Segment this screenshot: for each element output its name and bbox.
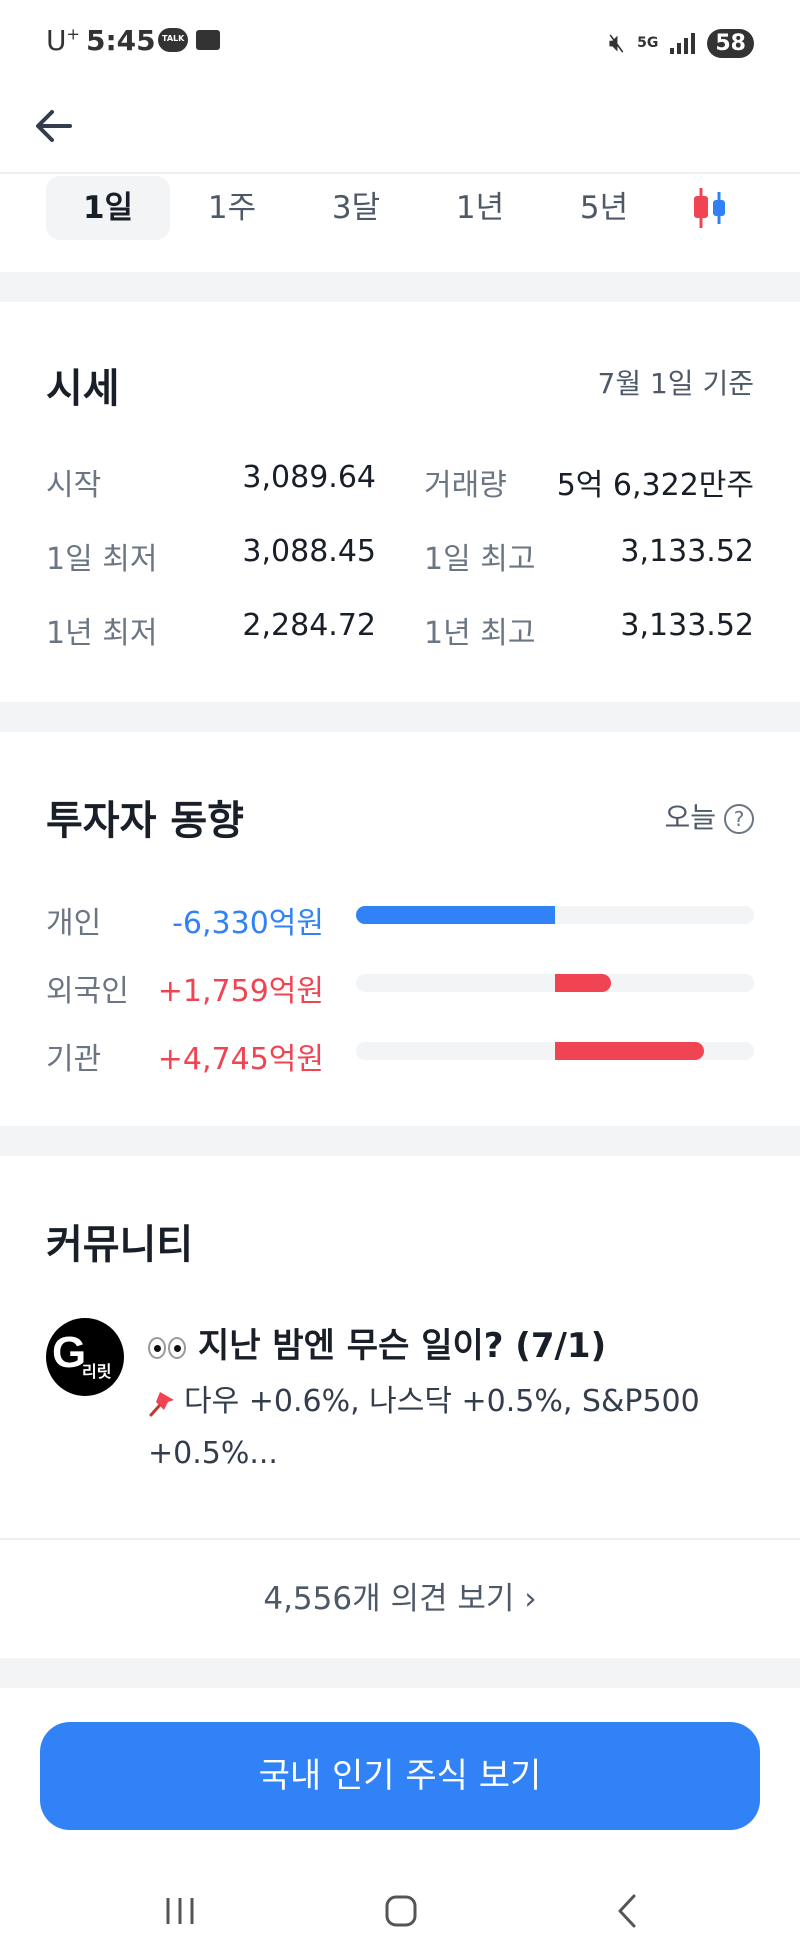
notes-notification-icon — [196, 30, 220, 50]
popular-stocks-button[interactable]: 국내 인기 주식 보기 — [40, 1722, 760, 1830]
investors-period-label: 오늘 — [664, 801, 716, 834]
quote-label-day-low: 1일 최저 — [46, 542, 158, 577]
quote-label-year-low: 1년 최저 — [46, 616, 158, 651]
quote-label-volume: 거래량 — [424, 468, 507, 503]
help-icon[interactable]: ? — [724, 804, 754, 834]
investor-bar-fill-individual — [356, 906, 555, 924]
quote-value-volume: 5억 6,322만주 — [556, 468, 754, 503]
signal-icon — [670, 32, 696, 54]
tab-3-months[interactable]: 3달 — [294, 176, 418, 240]
tab-1-day[interactable]: 1일 — [46, 176, 170, 240]
investor-value-institution: +4,745억원 — [157, 1042, 324, 1077]
post-preview[interactable]: 다우 +0.6%, 나스닥 +0.5%, S&P500 +0.5%... — [148, 1376, 748, 1480]
period-tabs: 1일 1주 3달 1년 5년 — [46, 176, 666, 240]
section-divider — [0, 1658, 800, 1688]
system-nav-bar — [0, 1870, 800, 1956]
quote-section-title: 시세 — [46, 366, 120, 412]
network-type: 5G — [637, 35, 659, 51]
investor-label-institution: 기관 — [46, 1042, 102, 1077]
post-title[interactable]: 지난 밤엔 무슨 일이? (7/1) — [148, 1318, 606, 1368]
nav-back-icon[interactable] — [598, 1888, 658, 1934]
top-bar — [0, 84, 800, 174]
quote-value-year-high: 3,133.52 — [620, 608, 754, 643]
quote-value-day-high: 3,133.52 — [620, 534, 754, 569]
tab-1-week[interactable]: 1주 — [170, 176, 294, 240]
carrier-label: U+ — [46, 24, 80, 57]
investor-label-individual: 개인 — [46, 906, 102, 941]
mute-icon: 🔇︎ — [608, 27, 626, 58]
pin-icon — [149, 1391, 174, 1416]
view-opinions-link[interactable]: 4,556개 의견 보기 › — [0, 1540, 800, 1658]
home-icon[interactable] — [370, 1888, 430, 1934]
investor-value-foreign: +1,759억원 — [157, 974, 324, 1009]
system-indicators: 🔇︎ 5G 58 — [609, 26, 754, 60]
investor-value-individual: -6,330억원 — [172, 906, 324, 941]
tab-5-years[interactable]: 5년 — [542, 176, 666, 240]
kakaotalk-notification-icon: TALK — [158, 28, 188, 52]
back-arrow-icon[interactable] — [30, 100, 82, 152]
investors-period[interactable]: 오늘? — [664, 796, 754, 836]
investor-bar-institution — [356, 1042, 754, 1060]
quote-value-day-low: 3,088.45 — [242, 534, 376, 569]
status-bar: U+ 5:45 TALK 🔇︎ 5G 58 — [0, 0, 800, 84]
investor-label-foreign: 외국인 — [46, 974, 129, 1009]
avatar[interactable]: G 리릿 — [46, 1318, 124, 1396]
section-divider — [0, 272, 800, 302]
section-divider — [0, 702, 800, 732]
investor-bar-fill-foreign — [555, 974, 611, 992]
quote-label-year-high: 1년 최고 — [424, 616, 536, 651]
eyes-icon — [148, 1328, 188, 1368]
community-section-title: 커뮤니티 — [46, 1222, 194, 1268]
investor-bar-fill-institution — [555, 1042, 704, 1060]
investor-bar-individual — [356, 906, 754, 924]
clock: 5:45 — [86, 24, 156, 57]
tab-1-year[interactable]: 1년 — [418, 176, 542, 240]
section-divider — [0, 1126, 800, 1156]
quote-value-open: 3,089.64 — [242, 460, 376, 495]
quote-label-day-high: 1일 최고 — [424, 542, 536, 577]
candlestick-chart-icon[interactable] — [690, 186, 730, 230]
battery-level: 58 — [707, 28, 754, 58]
quote-label-open: 시작 — [46, 468, 102, 503]
investor-bar-foreign — [356, 974, 754, 992]
quote-as-of-date: 7월 1일 기준 — [597, 367, 754, 400]
investors-section-title: 투자자 동향 — [46, 798, 244, 844]
quote-value-year-low: 2,284.72 — [242, 608, 376, 643]
recent-apps-icon[interactable] — [150, 1888, 210, 1934]
